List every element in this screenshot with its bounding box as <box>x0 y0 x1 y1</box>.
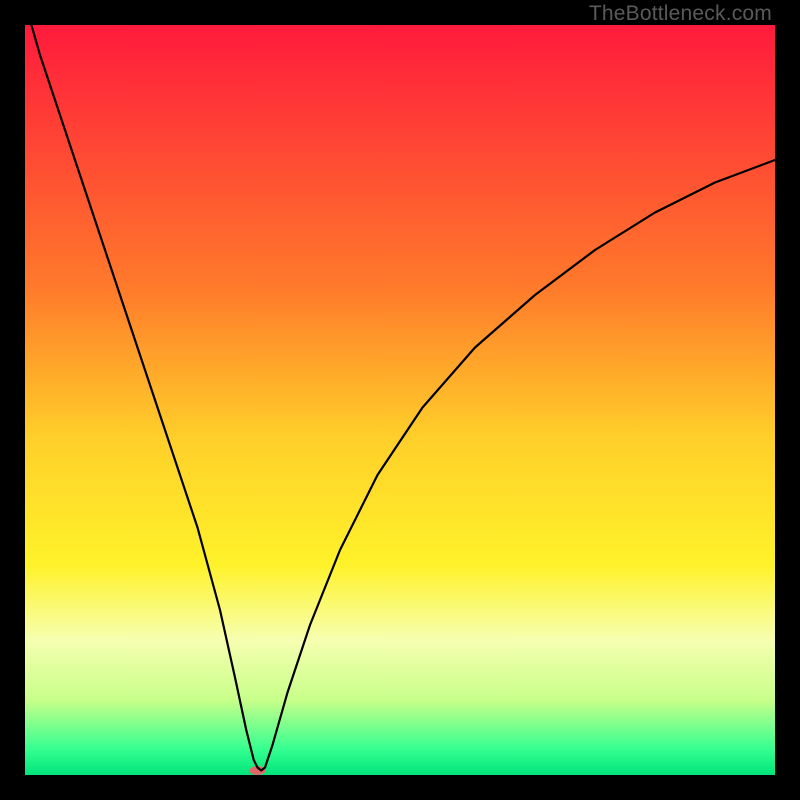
chart-frame <box>25 25 775 775</box>
chart-svg <box>25 25 775 775</box>
watermark-text: TheBottleneck.com <box>589 2 772 26</box>
chart-background <box>25 25 775 775</box>
